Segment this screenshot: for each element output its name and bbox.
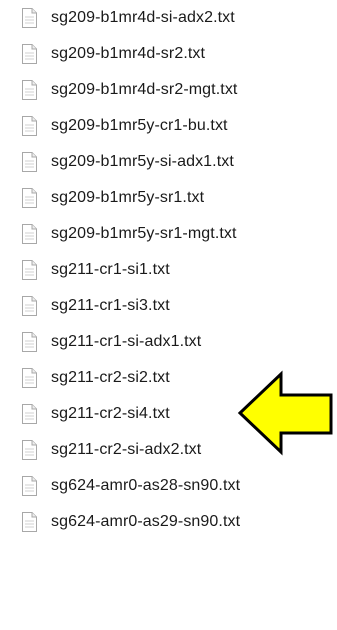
file-item[interactable]: sg209-b1mr5y-si-adx1.txt <box>0 144 337 180</box>
text-file-icon <box>22 188 37 208</box>
text-file-icon <box>22 296 37 316</box>
text-file-icon <box>22 116 37 136</box>
text-file-icon <box>22 332 37 352</box>
file-item-highlighted[interactable]: sg211-cr2-si2.txt <box>0 360 337 396</box>
file-item[interactable]: sg624-amr0-as28-sn90.txt <box>0 468 337 504</box>
text-file-icon <box>22 404 37 424</box>
file-name: sg211-cr1-si1.txt <box>51 261 170 278</box>
text-file-icon <box>22 260 37 280</box>
file-item[interactable]: sg211-cr1-si-adx1.txt <box>0 324 337 360</box>
text-file-icon <box>22 512 37 532</box>
file-item[interactable]: sg209-b1mr5y-cr1-bu.txt <box>0 108 337 144</box>
file-name: sg624-amr0-as28-sn90.txt <box>51 477 241 494</box>
text-file-icon <box>22 476 37 496</box>
file-item[interactable]: sg211-cr2-si4.txt <box>0 396 337 432</box>
file-item[interactable]: sg209-b1mr4d-sr2.txt <box>0 36 337 72</box>
file-name: sg209-b1mr4d-sr2.txt <box>51 45 206 62</box>
text-file-icon <box>22 224 37 244</box>
file-name: sg209-b1mr5y-cr1-bu.txt <box>51 117 228 134</box>
file-item[interactable]: sg209-b1mr5y-sr1-mgt.txt <box>0 216 337 252</box>
file-item[interactable]: sg211-cr2-si-adx2.txt <box>0 432 337 468</box>
file-name: sg211-cr2-si4.txt <box>51 405 170 422</box>
file-item[interactable]: sg211-cr1-si3.txt <box>0 288 337 324</box>
file-name: sg209-b1mr4d-si-adx2.txt <box>51 9 235 26</box>
file-list: sg209-b1mr4d-si-adx2.txt sg209-b1mr4d-sr… <box>0 0 337 540</box>
file-item[interactable]: sg209-b1mr4d-si-adx2.txt <box>0 0 337 36</box>
file-item[interactable]: sg211-cr1-si1.txt <box>0 252 337 288</box>
file-name: sg624-amr0-as29-sn90.txt <box>51 513 241 530</box>
text-file-icon <box>22 44 37 64</box>
text-file-icon <box>22 8 37 28</box>
file-name: sg211-cr1-si-adx1.txt <box>51 333 202 350</box>
file-item[interactable]: sg209-b1mr5y-sr1.txt <box>0 180 337 216</box>
file-name: sg211-cr2-si-adx2.txt <box>51 441 202 458</box>
file-item[interactable]: sg624-amr0-as29-sn90.txt <box>0 504 337 540</box>
file-name: sg209-b1mr5y-sr1.txt <box>51 189 205 206</box>
text-file-icon <box>22 152 37 172</box>
text-file-icon <box>22 368 37 388</box>
file-name: sg209-b1mr5y-sr1-mgt.txt <box>51 225 237 242</box>
file-name: sg211-cr1-si3.txt <box>51 297 170 314</box>
text-file-icon <box>22 80 37 100</box>
file-name: sg209-b1mr5y-si-adx1.txt <box>51 153 234 170</box>
file-item[interactable]: sg209-b1mr4d-sr2-mgt.txt <box>0 72 337 108</box>
file-name: sg209-b1mr4d-sr2-mgt.txt <box>51 81 238 98</box>
text-file-icon <box>22 440 37 460</box>
file-name: sg211-cr2-si2.txt <box>51 369 170 386</box>
